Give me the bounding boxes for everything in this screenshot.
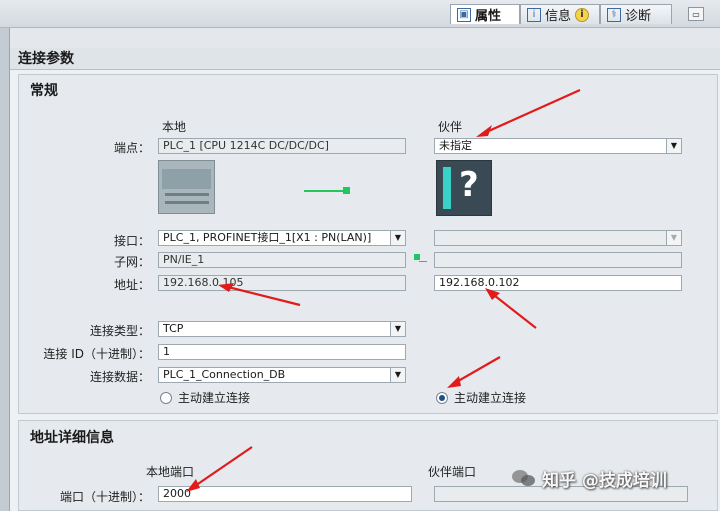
arrow-to-local-address-icon — [218, 283, 301, 307]
arrow-to-partner-address-icon — [485, 288, 537, 329]
arrow-to-local-port-icon — [186, 446, 253, 492]
arrow-to-partner-endpoint-icon — [476, 88, 581, 137]
arrow-to-partner-active-radio-icon — [447, 356, 501, 388]
annotation-arrows — [186, 88, 581, 492]
